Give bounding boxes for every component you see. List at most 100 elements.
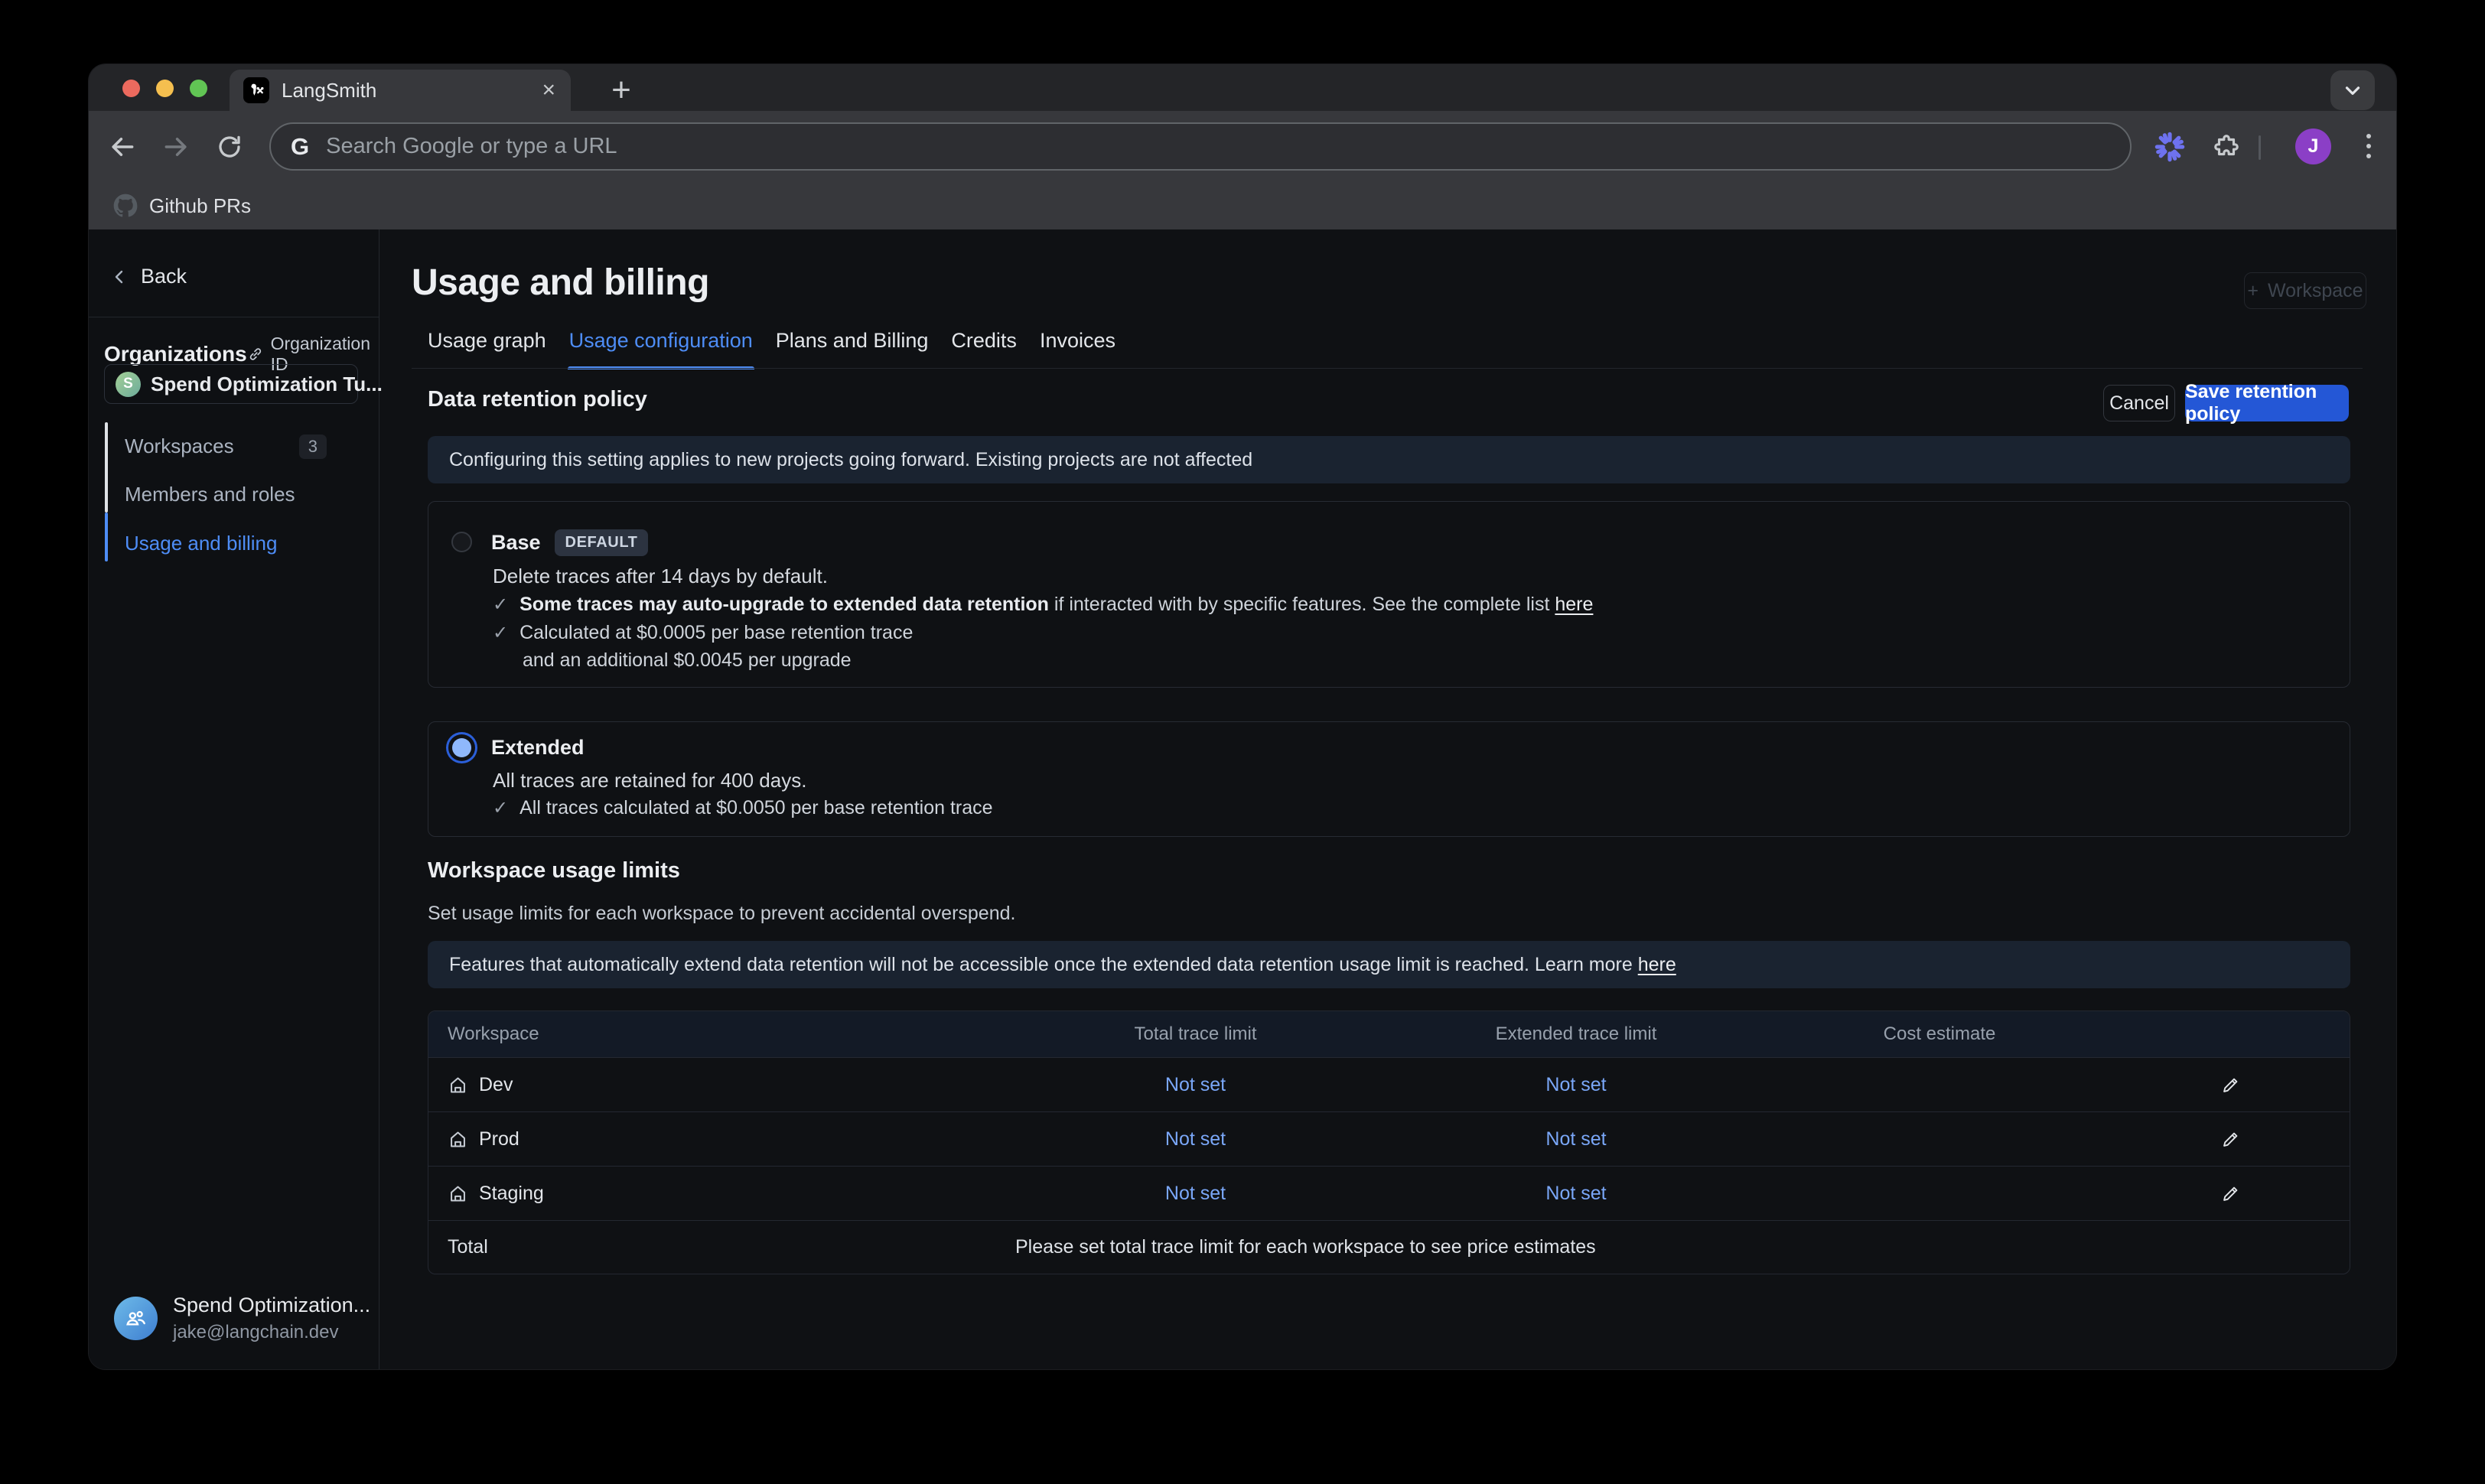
reload-button[interactable] xyxy=(213,130,246,164)
extended-limit-link[interactable]: Not set xyxy=(1389,1183,1764,1205)
limits-info-banner: Features that automatically extend data … xyxy=(428,941,2350,988)
cancel-button[interactable]: Cancel xyxy=(2103,385,2175,421)
tab-usage-graph[interactable]: Usage graph xyxy=(426,329,548,369)
forward-button[interactable] xyxy=(159,130,193,164)
tab-search-button[interactable] xyxy=(2330,70,2375,110)
maximize-window-button[interactable] xyxy=(190,80,207,97)
extended-limit-link[interactable]: Not set xyxy=(1389,1128,1764,1150)
extended-bullet-1-text: All traces calculated at $0.0050 per bas… xyxy=(519,797,992,819)
org-footer-avatar xyxy=(114,1297,158,1340)
chevron-down-icon xyxy=(2341,79,2364,102)
organization-selector[interactable]: S Spend Optimization Tu... xyxy=(104,364,358,404)
page-title: Usage and billing xyxy=(412,262,709,304)
base-bullet-2-line2: and an additional $0.0045 per upgrade xyxy=(523,649,852,672)
minimize-window-button[interactable] xyxy=(156,80,174,97)
page-tabs: Usage graph Usage configuration Plans an… xyxy=(426,329,1117,369)
base-bullet-1-rest: if interacted with by specific features.… xyxy=(1049,594,1555,615)
sidebar-item-workspaces[interactable]: Workspaces 3 xyxy=(105,422,359,470)
link-icon xyxy=(247,344,264,364)
browser-menu-button[interactable] xyxy=(2352,129,2386,163)
workspace-icon xyxy=(448,1075,468,1095)
back-link[interactable]: Back xyxy=(110,265,187,288)
tab-invoices[interactable]: Invoices xyxy=(1038,329,1117,369)
base-bullet-1-bold: Some traces may auto-upgrade to extended… xyxy=(519,594,1049,615)
sidebar-item-label: Usage and billing xyxy=(125,532,277,555)
close-window-button[interactable] xyxy=(122,80,140,97)
toolbar-divider xyxy=(2259,135,2261,160)
sidebar-item-label: Members and roles xyxy=(125,483,295,506)
default-badge: DEFAULT xyxy=(555,529,649,556)
save-retention-policy-button[interactable]: Save retention policy xyxy=(2185,385,2349,421)
new-tab-button[interactable]: + xyxy=(603,72,640,109)
bookmark-github-prs[interactable]: Github PRs xyxy=(149,194,251,218)
learn-more-link[interactable]: here xyxy=(1638,954,1676,975)
col-total-trace-limit: Total trace limit xyxy=(1002,1024,1389,1045)
extensions-puzzle-icon[interactable] xyxy=(2210,130,2243,164)
base-description: Delete traces after 14 days by default. xyxy=(493,565,828,588)
langsmith-app: Back Organizations Organization ID S Spe… xyxy=(89,229,2396,1369)
retention-heading: Data retention policy xyxy=(428,387,647,412)
pencil-icon xyxy=(2220,1183,2241,1204)
main-content: Usage and billing + Workspace Usage grap… xyxy=(379,229,2396,1369)
col-workspace: Workspace xyxy=(428,1024,1002,1045)
browser-tab[interactable]: LangSmith × xyxy=(230,70,571,111)
total-label: Total xyxy=(428,1236,1002,1258)
base-option-title: Base DEFAULT xyxy=(491,529,648,556)
langsmith-favicon-icon xyxy=(243,77,269,103)
tab-usage-configuration[interactable]: Usage configuration xyxy=(568,329,754,369)
limits-banner-text: Features that automatically extend data … xyxy=(449,954,1638,975)
total-limit-link[interactable]: Not set xyxy=(1002,1183,1389,1205)
complete-list-link[interactable]: here xyxy=(1555,594,1593,615)
workspaces-count-badge: 3 xyxy=(299,434,327,459)
sidebar-item-usage-and-billing[interactable]: Usage and billing xyxy=(105,519,359,568)
organizations-heading: Organizations xyxy=(104,342,247,366)
table-row: Prod Not set Not set xyxy=(428,1111,2350,1166)
extended-radio[interactable] xyxy=(452,738,471,757)
check-icon: ✓ xyxy=(493,594,508,616)
user-account[interactable]: Spend Optimization... jake@langchain.dev xyxy=(114,1294,370,1343)
browser-toolbar: G Search Google or type a URL J xyxy=(89,111,2396,182)
col-extended-trace-limit: Extended trace limit xyxy=(1389,1024,1764,1045)
base-bullet-2-line1: Calculated at $0.0005 per base retention… xyxy=(519,622,913,644)
table-row: Staging Not set Not set xyxy=(428,1166,2350,1220)
edit-row-button[interactable] xyxy=(2115,1183,2345,1204)
edit-row-button[interactable] xyxy=(2115,1129,2345,1150)
tab-credits[interactable]: Credits xyxy=(949,329,1018,369)
back-label: Back xyxy=(141,265,187,288)
back-button[interactable] xyxy=(106,130,139,164)
tab-close-icon[interactable]: × xyxy=(542,79,555,102)
address-bar[interactable]: G Search Google or type a URL xyxy=(269,122,2132,171)
retention-banner-text: Configuring this setting applies to new … xyxy=(449,449,1252,471)
tab-plans-and-billing[interactable]: Plans and Billing xyxy=(774,329,930,369)
workspace-name: Staging xyxy=(479,1183,544,1205)
org-avatar: S xyxy=(116,372,141,397)
limits-heading: Workspace usage limits xyxy=(428,858,680,884)
people-icon xyxy=(124,1307,148,1331)
col-cost-estimate: Cost estimate xyxy=(1764,1024,2115,1045)
extended-description: All traces are retained for 400 days. xyxy=(493,769,806,792)
add-workspace-button[interactable]: + Workspace xyxy=(2244,272,2366,309)
extension-burst-icon[interactable] xyxy=(2153,130,2187,164)
google-icon: G xyxy=(291,133,309,161)
sidebar-item-members-and-roles[interactable]: Members and roles xyxy=(105,470,359,519)
extended-limit-link[interactable]: Not set xyxy=(1389,1074,1764,1096)
extended-option-title: Extended xyxy=(491,736,585,760)
tabs-divider xyxy=(412,368,2363,369)
address-bar-placeholder: Search Google or type a URL xyxy=(326,134,617,159)
base-bullet-2: ✓ Calculated at $0.0005 per base retenti… xyxy=(493,622,913,644)
extended-label: Extended xyxy=(491,736,585,760)
edit-row-button[interactable] xyxy=(2115,1075,2345,1095)
workspace-name: Prod xyxy=(479,1128,519,1150)
total-limit-link[interactable]: Not set xyxy=(1002,1128,1389,1150)
workspace-name: Dev xyxy=(479,1074,513,1096)
base-radio[interactable] xyxy=(451,532,472,552)
table-header: Workspace Total trace limit Extended tra… xyxy=(428,1011,2350,1057)
add-workspace-label: Workspace xyxy=(2268,280,2363,302)
extended-retention-option[interactable]: Extended All traces are retained for 400… xyxy=(428,721,2350,837)
base-retention-option[interactable]: Base DEFAULT Delete traces after 14 days… xyxy=(428,501,2350,688)
sidebar: Back Organizations Organization ID S Spe… xyxy=(89,229,379,1369)
browser-profile-avatar[interactable]: J xyxy=(2295,129,2331,164)
check-icon: ✓ xyxy=(493,622,508,644)
total-limit-link[interactable]: Not set xyxy=(1002,1074,1389,1096)
workspace-icon xyxy=(448,1129,468,1150)
